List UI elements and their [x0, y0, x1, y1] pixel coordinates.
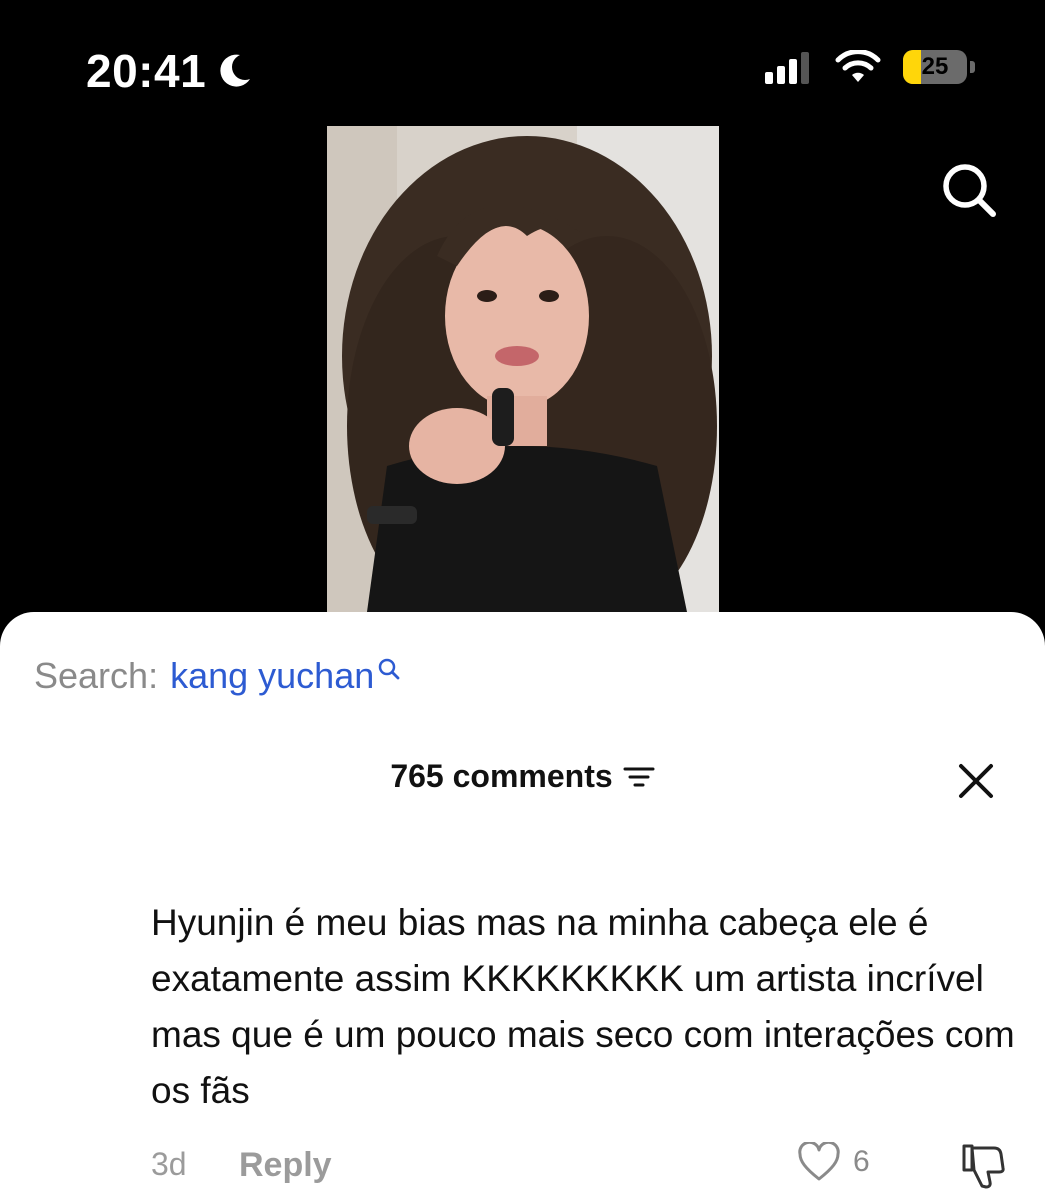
- close-icon[interactable]: [957, 762, 995, 800]
- search-mini-icon: [378, 658, 400, 680]
- search-label: Search:: [34, 655, 159, 696]
- screen: 20:41 25 Search: kang yuchan 765 comment…: [0, 0, 1045, 1200]
- comments-header: 765 comments: [0, 758, 1045, 795]
- comments-count: 765 comments: [390, 758, 613, 794]
- battery-level: 25: [921, 53, 949, 80]
- status-time: 20:41: [86, 44, 254, 98]
- battery-icon: 25: [903, 50, 967, 84]
- search-suggestion[interactable]: Search: kang yuchan: [34, 655, 402, 697]
- like-button[interactable]: 6: [797, 1142, 870, 1182]
- reply-button[interactable]: Reply: [239, 1146, 332, 1185]
- wifi-icon: [835, 50, 881, 82]
- moon-icon: [220, 54, 251, 87]
- comment-text: Hyunjin é meu bias mas na minha cabeça e…: [151, 902, 1015, 1111]
- sort-filter-icon[interactable]: [623, 764, 655, 790]
- like-count: 6: [853, 1145, 870, 1178]
- clock: 20:41: [86, 45, 207, 97]
- dislike-icon[interactable]: [956, 1140, 1008, 1192]
- heart-icon: [798, 1142, 840, 1181]
- video-player[interactable]: [327, 126, 719, 612]
- search-icon[interactable]: [939, 160, 999, 220]
- comment-age: 3d: [151, 1146, 187, 1182]
- status-icons: 25: [765, 50, 975, 84]
- cellular-signal-icon: [765, 52, 809, 84]
- video-frame: [327, 126, 719, 612]
- search-query-link[interactable]: kang yuchan: [170, 655, 374, 697]
